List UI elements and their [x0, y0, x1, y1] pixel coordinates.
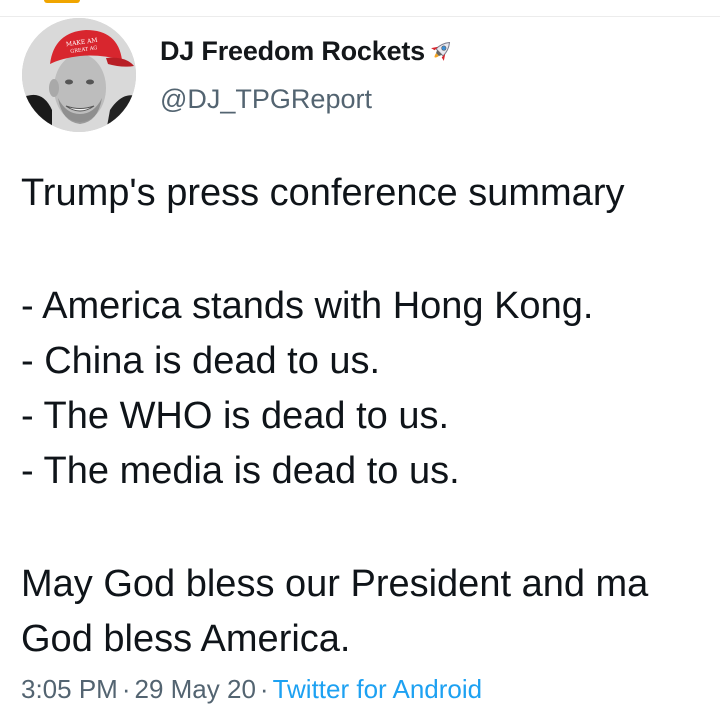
tweet-line: - The media is dead to us. — [21, 450, 460, 492]
tweet-body: Trump's press conference summary - Ameri… — [21, 166, 720, 667]
tweet-line: God bless America. — [21, 618, 351, 660]
tweet-line: May God bless our President and ma — [21, 563, 649, 605]
tweet-line: Trump's press conference summary — [21, 172, 625, 214]
user-handle[interactable]: @DJ_TPGReport — [160, 84, 372, 115]
rocket-icon — [427, 37, 455, 65]
tweet-line: - The WHO is dead to us. — [21, 395, 450, 437]
tweet-line: - America stands with Hong Kong. — [21, 285, 594, 327]
tweet-time[interactable]: 3:05 PM — [21, 674, 118, 704]
separator: · — [259, 674, 269, 704]
separator: · — [121, 674, 131, 704]
tweet-line: - China is dead to us. — [21, 340, 381, 382]
tweet-card: MAKE AM GREAT AG DJ Freedom Rockets @DJ_… — [0, 0, 720, 720]
avatar-image: MAKE AM GREAT AG — [22, 18, 136, 132]
display-name[interactable]: DJ Freedom Rockets — [160, 36, 425, 67]
tweet-meta: 3:05 PM · 29 May 20 · Twitter for Android — [21, 674, 482, 705]
tweet-source-link[interactable]: Twitter for Android — [273, 674, 483, 704]
tweet-date[interactable]: 29 May 20 — [135, 674, 256, 704]
name-row: DJ Freedom Rockets — [160, 34, 455, 68]
avatar[interactable]: MAKE AM GREAT AG — [22, 18, 136, 132]
